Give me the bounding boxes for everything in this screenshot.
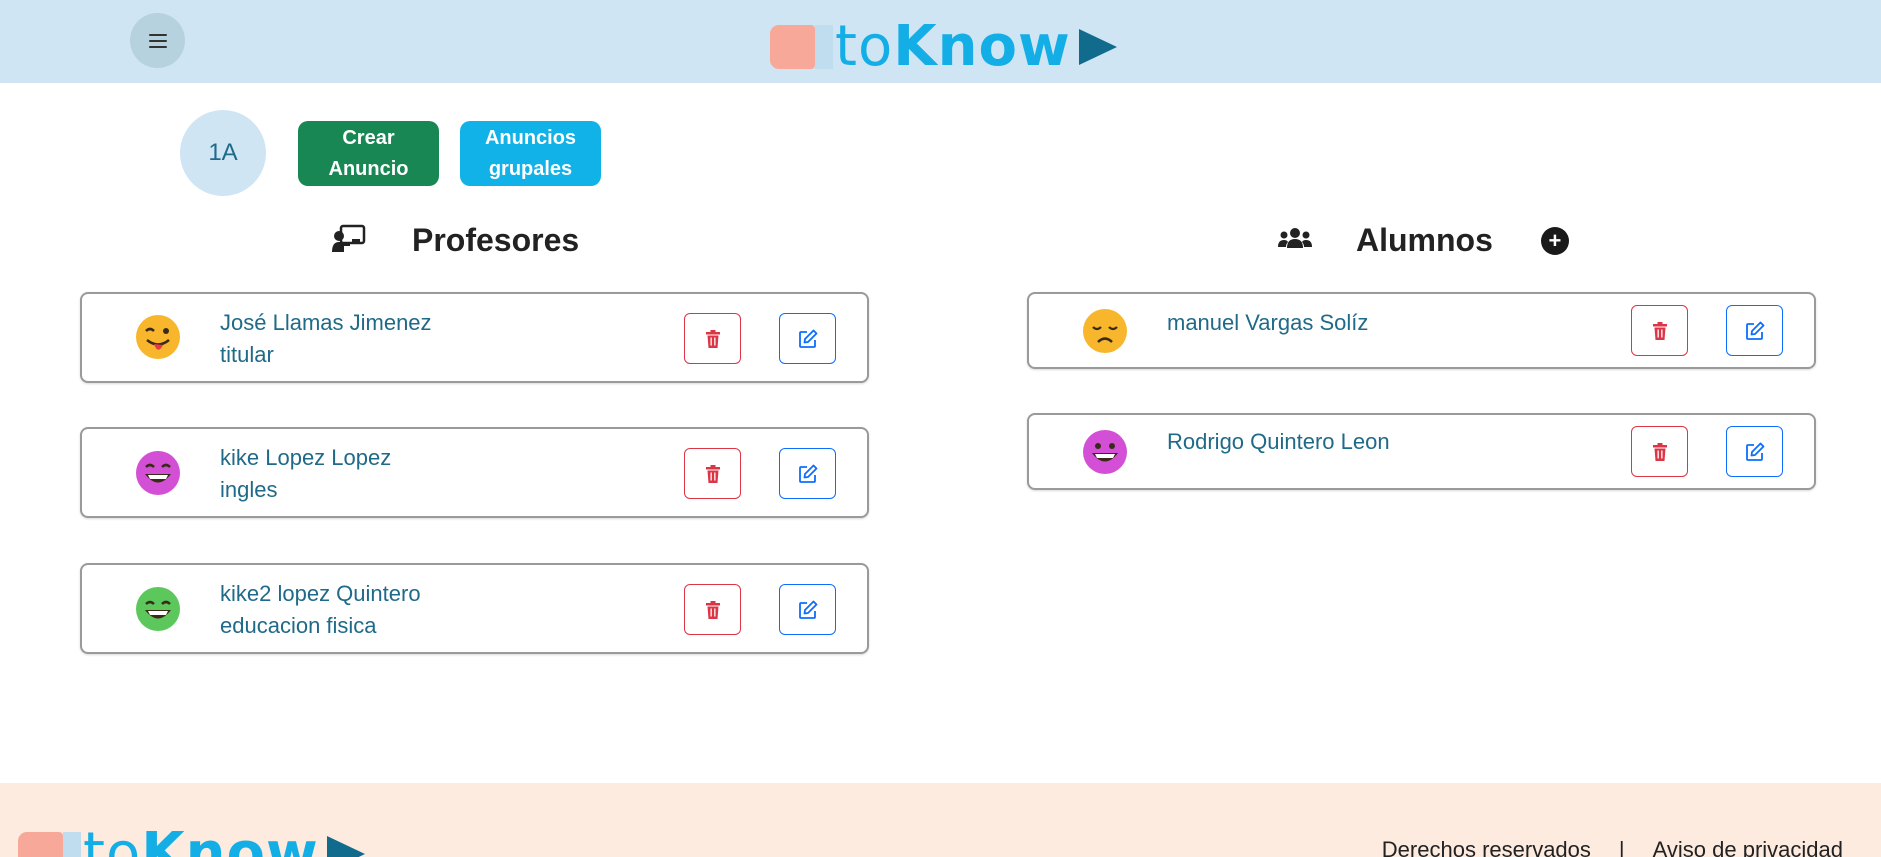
edit-button[interactable] [779,584,836,635]
wink-tongue-emoji-icon [136,315,180,359]
sad-emoji-icon [1083,309,1127,353]
edit-button[interactable] [1726,305,1783,356]
grin-emoji-icon [136,451,180,495]
teacher-name: José Llamas Jimenez [220,310,432,335]
edit-icon [798,600,817,619]
play-icon [326,836,365,857]
chalkboard-teacher-icon [332,224,366,257]
delete-button[interactable] [1631,426,1688,477]
footer: toKnow Derechos reservados | Aviso de pr… [0,783,1881,857]
menu-toggle-button[interactable] [130,13,185,68]
teacher-card: kike2 lopez Quintero educacion fisica [80,563,869,654]
edit-icon [798,329,817,348]
grin-eyes-emoji-icon [1083,430,1127,474]
edit-icon [1745,442,1764,461]
edit-button[interactable] [779,448,836,499]
add-student-button[interactable]: + [1540,226,1569,255]
create-announcement-button[interactable]: Crear Anuncio [298,121,439,186]
trash-icon [705,329,720,348]
top-navbar: toKnow [0,0,1881,83]
edit-icon [798,464,817,483]
trash-icon [705,600,720,619]
trash-icon [705,464,720,483]
footer-separator: | [1618,837,1625,857]
teachers-title: Profesores [412,222,580,258]
delete-button[interactable] [684,584,741,635]
edit-button[interactable] [779,313,836,364]
student-card: manuel Vargas Solíz [1027,292,1816,369]
delete-button[interactable] [1631,305,1688,356]
student-name: Rodrigo Quintero Leon [1167,429,1390,454]
teacher-card: José Llamas Jimenez titular [80,292,869,383]
teacher-subject: ingles [220,477,278,502]
teacher-subject: educacion fisica [220,613,377,638]
delete-button[interactable] [684,313,741,364]
laugh-emoji-icon [136,587,180,631]
teachers-heading: Profesores [332,218,579,263]
brand-logo[interactable]: toKnow [770,19,1117,75]
privacy-notice-link[interactable]: Aviso de privacidad [1653,837,1843,857]
footer-logo[interactable]: toKnow [18,826,365,857]
rights-reserved-link[interactable]: Derechos reservados [1382,837,1591,857]
student-card: Rodrigo Quintero Leon [1027,413,1816,490]
students-title: Alumnos [1356,222,1493,258]
hamburger-icon [148,33,167,48]
teacher-card: kike Lopez Lopez ingles [80,427,869,518]
group-announcements-button[interactable]: Anuncios grupales [460,121,601,186]
teacher-subject: titular [220,342,274,367]
play-icon [1078,29,1117,65]
teacher-name: kike2 lopez Quintero [220,581,421,606]
edit-icon [1745,321,1764,340]
students-heading: Alumnos + [1278,218,1569,263]
footer-links: Derechos reservados | Aviso de privacida… [1382,837,1843,857]
teacher-name: kike Lopez Lopez [220,445,392,470]
student-name: manuel Vargas Solíz [1167,310,1369,335]
group-badge: 1A [180,110,266,196]
delete-button[interactable] [684,448,741,499]
edit-button[interactable] [1726,426,1783,477]
trash-icon [1652,442,1667,461]
users-icon [1278,227,1312,254]
trash-icon [1652,321,1667,340]
